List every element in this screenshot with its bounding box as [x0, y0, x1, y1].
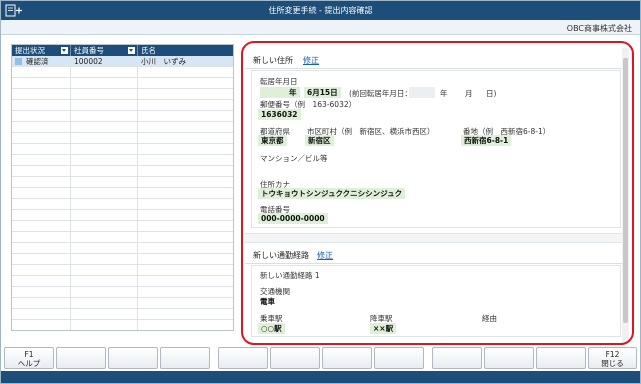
- table-row-empty[interactable]: [12, 199, 233, 210]
- table-row-empty[interactable]: [12, 221, 233, 232]
- prefecture-value: 東京都: [258, 135, 287, 146]
- table-row-empty[interactable]: [12, 78, 233, 89]
- route-title: 新しい通勤経路 1: [260, 271, 320, 280]
- phone-value: 000-0000-0000: [258, 213, 328, 224]
- table-row-empty[interactable]: [12, 188, 233, 199]
- move-date-year-unit: 年: [286, 87, 300, 98]
- f10-button[interactable]: [484, 347, 534, 369]
- prev-move-date-label: (前回転居年月日：: [349, 89, 412, 98]
- move-date-label: 転居年月日: [260, 77, 298, 86]
- f3-button[interactable]: [108, 347, 158, 369]
- filter-dropdown-icon[interactable]: [128, 47, 135, 54]
- commute-section-body: 新しい通勤経路 1 交通機関 電車 乗車駅 ○○駅 降車駅 ××駅 経由: [251, 265, 621, 337]
- commute-section-title: 新しい通勤経路: [253, 251, 309, 260]
- table-row-empty[interactable]: [12, 100, 233, 111]
- employee-grid: 提出状況 社員番号 氏名 確認済 100002 小川 いずみ: [11, 44, 234, 331]
- table-row-empty[interactable]: [12, 276, 233, 287]
- window-title: 住所変更手続 - 提出内容確認: [268, 6, 373, 15]
- table-row-empty[interactable]: [12, 232, 233, 243]
- table-row-empty[interactable]: [12, 287, 233, 298]
- table-row[interactable]: 確認済 100002 小川 いずみ: [12, 56, 233, 67]
- company-bar: OBC商事株式会社: [1, 20, 640, 35]
- street-value: 西新宿6-8-1: [461, 135, 512, 146]
- via-label: 経由: [482, 314, 497, 323]
- table-row-empty[interactable]: [12, 89, 233, 100]
- transport-value: 電車: [260, 297, 275, 306]
- table-row-empty[interactable]: [12, 111, 233, 122]
- f7-button[interactable]: [322, 347, 372, 369]
- scrollbar-thumb[interactable]: [623, 58, 628, 323]
- f1-action-label: ヘルプ: [17, 359, 41, 368]
- detail-panel-highlight: 新しい住所 修正 転居年月日 年 6月15日 (前回転居年月日： 年 月 日) …: [241, 41, 634, 345]
- f4-button[interactable]: [160, 347, 210, 369]
- column-header-label: 提出状況: [15, 46, 45, 55]
- table-row-empty[interactable]: [12, 309, 233, 320]
- column-header-name[interactable]: 氏名: [138, 45, 233, 56]
- city-value: 新宿区: [305, 135, 334, 146]
- title-bar: 住所変更手続 - 提出内容確認: [1, 1, 640, 20]
- commute-edit-link[interactable]: 修正: [317, 250, 333, 261]
- table-row-empty[interactable]: [12, 144, 233, 155]
- table-row-empty[interactable]: [12, 177, 233, 188]
- grid-header: 提出状況 社員番号 氏名: [12, 45, 233, 56]
- move-date-era-field: [260, 87, 288, 98]
- f1-help-button[interactable]: F1 ヘルプ: [4, 347, 54, 369]
- prev-year-unit: 年: [440, 89, 448, 98]
- table-row-empty[interactable]: [12, 298, 233, 309]
- column-gridline: [70, 56, 71, 330]
- address-section-body: 転居年月日 年 6月15日 (前回転居年月日： 年 月 日) 郵便番号（例 16…: [251, 70, 621, 228]
- address-edit-link[interactable]: 修正: [303, 55, 319, 66]
- detail-panel: 新しい住所 修正 転居年月日 年 6月15日 (前回転居年月日： 年 月 日) …: [245, 45, 623, 341]
- commute-section-header: 新しい通勤経路 修正: [245, 244, 623, 264]
- section-divider: [245, 233, 623, 243]
- table-row-empty[interactable]: [12, 254, 233, 265]
- column-header-label: 社員番号: [74, 46, 104, 55]
- column-header-status[interactable]: 提出状況: [12, 45, 70, 56]
- cell-name: 小川 いずみ: [141, 57, 186, 66]
- filter-dropdown-icon[interactable]: [61, 47, 68, 54]
- f12-close-button[interactable]: F12 閉じる: [588, 347, 637, 369]
- f6-button[interactable]: [270, 347, 320, 369]
- prev-move-date-era-field: [409, 87, 435, 98]
- f5-button[interactable]: [218, 347, 268, 369]
- table-row-empty[interactable]: [12, 265, 233, 276]
- company-name: OBC商事株式会社: [566, 24, 632, 33]
- table-row-empty[interactable]: [12, 122, 233, 133]
- table-row-empty[interactable]: [12, 155, 233, 166]
- cell-employee-no: 100002: [74, 57, 103, 66]
- move-date-value: 6月15日: [304, 87, 341, 98]
- postal-code-value: 1636032: [258, 109, 301, 120]
- column-header-employee-no[interactable]: 社員番号: [71, 45, 137, 56]
- boarding-station-value: ○○駅: [258, 323, 285, 334]
- status-square-icon: [15, 58, 22, 65]
- column-header-label: 氏名: [141, 46, 156, 55]
- address-kana-value: トウキョウトシンジュククニシシンジュク: [258, 188, 406, 199]
- table-row-empty[interactable]: [12, 133, 233, 144]
- f8-button[interactable]: [374, 347, 424, 369]
- table-row-empty[interactable]: [12, 166, 233, 177]
- app-window: 住所変更手続 - 提出内容確認 OBC商事株式会社 提出状況 社員番号 氏名 確…: [0, 0, 641, 384]
- cell-status: 確認済: [26, 57, 49, 66]
- function-key-bar: F1 ヘルプ F12 閉じる: [1, 347, 640, 369]
- table-row-empty[interactable]: [12, 243, 233, 254]
- f1-key-label: F1: [24, 350, 34, 359]
- building-label: マンション／ビル等: [260, 154, 328, 163]
- prev-month-unit: 月: [465, 89, 473, 98]
- address-section-header: 新しい住所 修正: [245, 49, 623, 69]
- f9-button[interactable]: [432, 347, 482, 369]
- table-row-empty[interactable]: [12, 320, 233, 330]
- f11-button[interactable]: [536, 347, 586, 369]
- status-bar: [1, 371, 640, 383]
- table-row-empty[interactable]: [12, 210, 233, 221]
- table-row-empty[interactable]: [12, 67, 233, 78]
- detail-scrollbar[interactable]: [622, 48, 629, 342]
- column-gridline: [137, 56, 138, 330]
- prev-day-unit: 日): [486, 89, 497, 98]
- f2-button[interactable]: [56, 347, 106, 369]
- alighting-station-value: ××駅: [370, 323, 397, 334]
- address-section-title: 新しい住所: [253, 56, 293, 65]
- f12-action-label: 閉じる: [601, 359, 624, 368]
- f12-key-label: F12: [605, 350, 620, 359]
